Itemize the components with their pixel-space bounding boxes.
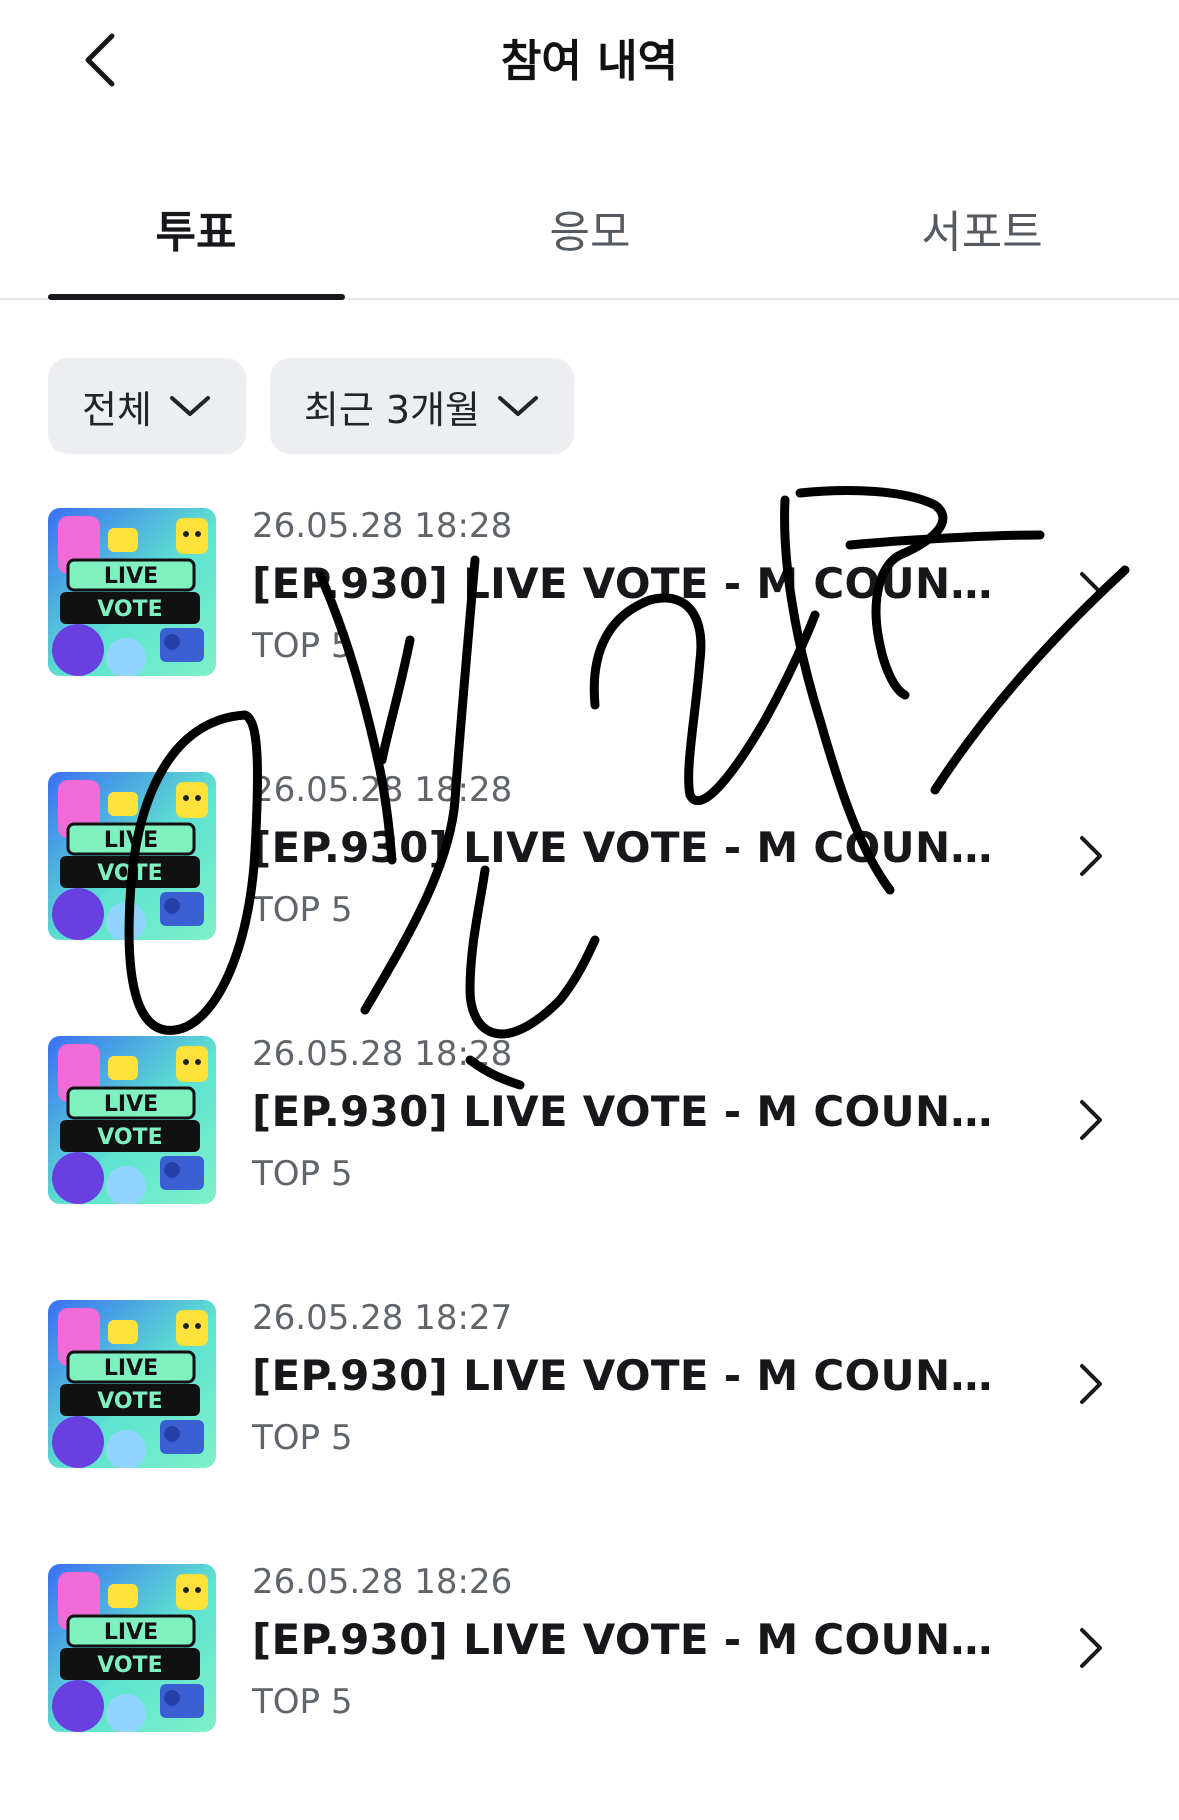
filter-period-label: 최근 3개월	[303, 387, 481, 432]
live-vote-thumbnail: LIVE VOTE	[48, 772, 216, 940]
live-vote-thumbnail: LIVE VOTE	[48, 1300, 216, 1468]
participation-list: LIVE VOTE 26.05.28 18:28 [EP.930] LIVE V…	[0, 500, 1179, 1820]
thumb-line2: VOTE	[97, 597, 162, 622]
thumb-line1: LIVE	[104, 828, 158, 853]
item-date: 26.05.28 18:28	[252, 770, 513, 810]
filter-type-label: 전체	[82, 387, 152, 432]
item-subtitle: TOP 5	[252, 890, 353, 930]
item-subtitle: TOP 5	[252, 626, 353, 666]
item-subtitle: TOP 5	[252, 1682, 353, 1722]
list-item[interactable]: LIVE VOTE 26.05.28 18:28 [EP.930] LIVE V…	[0, 500, 1179, 764]
tab-support[interactable]: 서포트	[832, 188, 1132, 278]
chevron-right-icon	[1080, 836, 1102, 876]
item-text-block: 26.05.28 18:27 [EP.930] LIVE VOTE - M CO…	[252, 1292, 1032, 1468]
chevron-down-icon	[498, 396, 539, 416]
item-title: [EP.930] LIVE VOTE - M COUNT...	[252, 1087, 1012, 1136]
thumb-line1: LIVE	[104, 1620, 158, 1645]
filter-type-dropdown[interactable]: 전체	[48, 358, 246, 454]
list-item[interactable]: LIVE VOTE 26.05.28 18:28 [EP.930] LIVE V…	[0, 1028, 1179, 1292]
list-item[interactable]: LIVE VOTE 26.05.28 18:26 [EP.930] LIVE V…	[0, 1556, 1179, 1820]
list-item[interactable]: LIVE VOTE 26.05.28 18:28 [EP.930] LIVE V…	[0, 764, 1179, 1028]
tab-vote[interactable]: 투표	[46, 188, 346, 278]
item-title: [EP.930] LIVE VOTE - M COUNT...	[252, 823, 1012, 872]
chevron-right-icon	[1080, 1100, 1102, 1140]
live-vote-thumbnail: LIVE VOTE	[48, 1564, 216, 1732]
item-date: 26.05.28 18:28	[252, 1034, 513, 1074]
list-item[interactable]: LIVE VOTE 26.05.28 18:27 [EP.930] LIVE V…	[0, 1292, 1179, 1556]
app-header: 참여 내역	[0, 0, 1179, 125]
chevron-right-icon	[1080, 1364, 1102, 1404]
item-title: [EP.930] LIVE VOTE - M COUNT...	[252, 559, 1012, 608]
chevron-down-icon	[169, 396, 210, 416]
thumb-line1: LIVE	[104, 564, 158, 589]
item-text-block: 26.05.28 18:28 [EP.930] LIVE VOTE - M CO…	[252, 764, 1032, 940]
filter-bar: 전체 최근 3개월	[48, 358, 575, 454]
item-text-block: 26.05.28 18:26 [EP.930] LIVE VOTE - M CO…	[252, 1556, 1032, 1732]
thumb-line2: VOTE	[97, 1389, 162, 1414]
thumb-line2: VOTE	[97, 1125, 162, 1150]
chevron-right-icon	[1080, 572, 1102, 612]
filter-period-dropdown[interactable]: 최근 3개월	[269, 358, 575, 454]
item-title: [EP.930] LIVE VOTE - M COUNT...	[252, 1351, 1012, 1400]
thumb-line1: LIVE	[104, 1356, 158, 1381]
item-title: [EP.930] LIVE VOTE - M COUNT...	[252, 1615, 1012, 1664]
thumb-line2: VOTE	[97, 1653, 162, 1678]
item-date: 26.05.28 18:28	[252, 506, 513, 546]
item-date: 26.05.28 18:26	[252, 1562, 513, 1602]
item-text-block: 26.05.28 18:28 [EP.930] LIVE VOTE - M CO…	[252, 1028, 1032, 1204]
thumb-line1: LIVE	[104, 1092, 158, 1117]
live-vote-thumbnail: LIVE VOTE	[48, 1036, 216, 1204]
tab-bar: 투표 응모 서포트	[0, 170, 1179, 300]
item-subtitle: TOP 5	[252, 1418, 353, 1458]
item-text-block: 26.05.28 18:28 [EP.930] LIVE VOTE - M CO…	[252, 500, 1032, 676]
tab-entry[interactable]: 응모	[440, 188, 740, 278]
chevron-right-icon	[1080, 1628, 1102, 1668]
active-tab-indicator	[48, 294, 345, 300]
live-vote-thumbnail: LIVE VOTE	[48, 508, 216, 676]
item-subtitle: TOP 5	[252, 1154, 353, 1194]
thumb-line2: VOTE	[97, 861, 162, 886]
item-date: 26.05.28 18:27	[252, 1298, 513, 1338]
page-title: 참여 내역	[500, 36, 679, 87]
